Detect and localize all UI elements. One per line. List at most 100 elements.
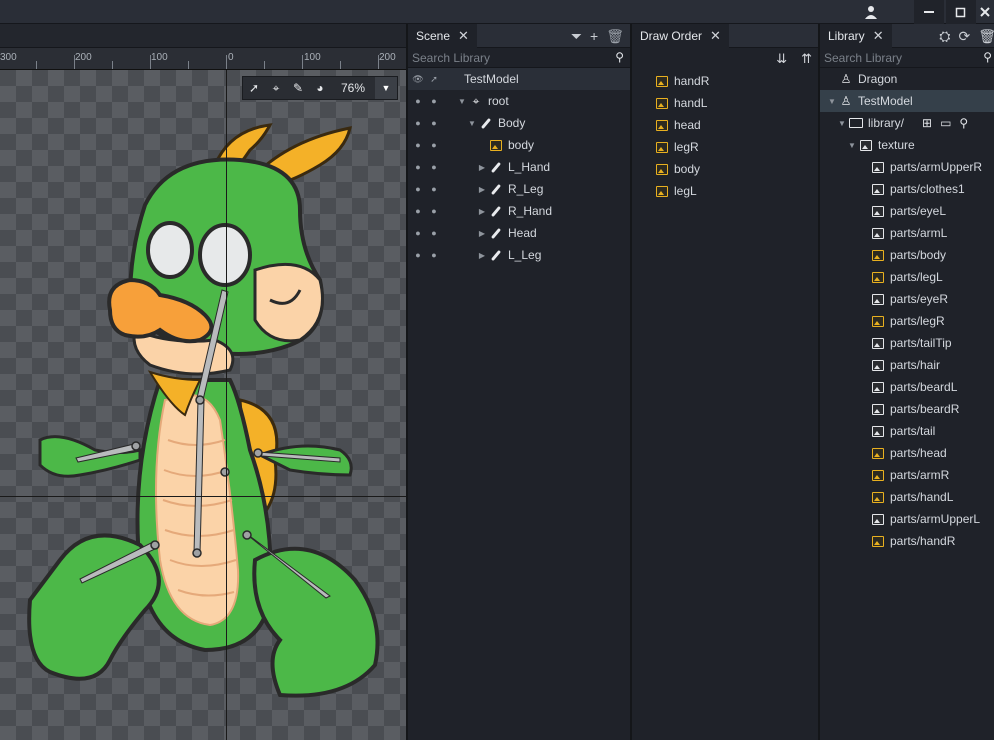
collapse-arrow-icon[interactable]: ▼ bbox=[456, 97, 468, 106]
visibility-dot-icon[interactable]: ● bbox=[412, 228, 424, 238]
visibility-dot-icon[interactable]: ● bbox=[412, 162, 424, 172]
search-icon[interactable]: ⚲ bbox=[983, 50, 992, 64]
scene-tree-row[interactable]: ● ● ▶ Head bbox=[408, 222, 630, 244]
add-image-icon[interactable]: ⊞ bbox=[922, 116, 932, 130]
visibility-dot-icon[interactable]: ● bbox=[412, 250, 424, 260]
draw-order-item[interactable]: handL bbox=[632, 92, 818, 114]
image-icon bbox=[654, 118, 670, 132]
library-item[interactable]: parts/legL bbox=[820, 266, 994, 288]
minimize-icon[interactable] bbox=[914, 0, 944, 24]
move-down-icon[interactable]: ⇊ bbox=[776, 51, 787, 67]
scene-tree-row[interactable]: ● ● ▼ ⌖ root bbox=[408, 90, 630, 112]
library-item[interactable]: ▼ library/ ⊞ ▭ ⚲ bbox=[820, 112, 994, 134]
collapse-arrow-icon[interactable]: ▼ bbox=[826, 97, 838, 106]
lock-dot-icon[interactable]: ● bbox=[428, 206, 440, 216]
scene-tree-row[interactable]: ● ● ▼ Body bbox=[408, 112, 630, 134]
trash-icon[interactable]: 🗑 bbox=[606, 28, 624, 45]
draw-order-item[interactable]: head bbox=[632, 114, 818, 136]
user-icon[interactable] bbox=[856, 0, 886, 24]
import-icon[interactable]: ⛭ bbox=[939, 28, 950, 45]
scene-tree-label: R_Hand bbox=[508, 204, 553, 218]
lock-dot-icon[interactable]: ● bbox=[428, 228, 440, 238]
library-item[interactable]: parts/tail bbox=[820, 420, 994, 442]
expand-arrow-icon[interactable]: ▶ bbox=[476, 185, 488, 194]
zoom-dropdown-icon[interactable]: ▼ bbox=[375, 77, 397, 99]
scene-search-input[interactable] bbox=[412, 50, 605, 65]
library-item[interactable]: parts/body bbox=[820, 244, 994, 266]
tab-scene[interactable]: Scene ✕ bbox=[408, 23, 477, 48]
library-item[interactable]: parts/clothes1 bbox=[820, 178, 994, 200]
expand-arrow-icon[interactable]: ▶ bbox=[476, 229, 488, 238]
lock-dot-icon[interactable]: ● bbox=[428, 162, 440, 172]
library-item[interactable]: parts/legR bbox=[820, 310, 994, 332]
expand-arrow-icon[interactable]: ▶ bbox=[476, 207, 488, 216]
visibility-dot-icon[interactable]: ● bbox=[412, 140, 424, 150]
close-icon[interactable] bbox=[976, 0, 994, 24]
visibility-dot-icon[interactable]: ● bbox=[412, 96, 424, 106]
library-item[interactable]: ▼ texture bbox=[820, 134, 994, 156]
viewport[interactable]: 300 200 100 0 100 200 ➚ ⌖ ✎ ◕ 76% ▼ bbox=[0, 24, 406, 740]
scene-tree-row[interactable]: ● ● ▶ R_Leg bbox=[408, 178, 630, 200]
tab-library[interactable]: Library ✕ bbox=[820, 23, 892, 48]
library-search-input[interactable] bbox=[824, 50, 974, 65]
scene-tree-row[interactable]: ● ● ▶ L_Hand bbox=[408, 156, 630, 178]
scene-row-model[interactable]: 👁 ➚ TestModel bbox=[408, 68, 630, 90]
weight-tool-icon[interactable]: ◕ bbox=[309, 77, 331, 99]
library-item[interactable]: parts/armR bbox=[820, 464, 994, 486]
refresh-icon[interactable]: ⟳ bbox=[958, 28, 970, 45]
select-tool-icon[interactable]: ➚ bbox=[243, 77, 265, 99]
open-folder-icon[interactable]: ▭ bbox=[940, 116, 951, 130]
library-item[interactable]: parts/eyeL bbox=[820, 200, 994, 222]
tab-draw-order[interactable]: Draw Order ✕ bbox=[632, 23, 729, 48]
pivot-tool-icon[interactable]: ⌖ bbox=[265, 77, 287, 99]
lock-dot-icon[interactable]: ● bbox=[428, 118, 440, 128]
add-icon[interactable]: + bbox=[590, 28, 598, 44]
scene-tree-row[interactable]: ● ● ▶ L_Leg bbox=[408, 244, 630, 266]
add-bone-tool-icon[interactable]: ✎ bbox=[287, 77, 309, 99]
location-icon[interactable]: ⚲ bbox=[959, 116, 968, 130]
visibility-icon[interactable]: 👁 bbox=[412, 74, 424, 85]
library-item-label: parts/head bbox=[890, 446, 947, 460]
collapse-arrow-icon[interactable]: ▼ bbox=[846, 141, 858, 150]
library-item[interactable]: ▼ ♙ TestModel bbox=[820, 90, 994, 112]
trash-icon[interactable]: 🗑 bbox=[978, 28, 994, 45]
library-item[interactable]: ♙ Dragon bbox=[820, 68, 994, 90]
visibility-dot-icon[interactable]: ● bbox=[412, 206, 424, 216]
library-item[interactable]: parts/armL bbox=[820, 222, 994, 244]
draw-order-item[interactable]: handR bbox=[632, 70, 818, 92]
scene-tree-row[interactable]: ● ● ▶ R_Hand bbox=[408, 200, 630, 222]
lock-dot-icon[interactable]: ● bbox=[428, 140, 440, 150]
expand-arrow-icon[interactable]: ▶ bbox=[476, 163, 488, 172]
search-icon[interactable]: ⚲ bbox=[615, 50, 624, 64]
lock-dot-icon[interactable]: ● bbox=[428, 250, 440, 260]
scene-tree: 👁 ➚ TestModel ● ● ▼ ⌖ root ● ● ▼ Body ● ● body ● ● ▶ L_… bbox=[408, 68, 630, 266]
library-item[interactable]: parts/eyeR bbox=[820, 288, 994, 310]
collapse-arrow-icon[interactable]: ▼ bbox=[836, 119, 848, 128]
draw-order-item[interactable]: legL bbox=[632, 180, 818, 202]
library-item[interactable]: parts/beardL bbox=[820, 376, 994, 398]
library-item[interactable]: parts/armUpperR bbox=[820, 156, 994, 178]
library-item[interactable]: parts/beardR bbox=[820, 398, 994, 420]
draw-order-item[interactable]: body bbox=[632, 158, 818, 180]
close-tab-icon[interactable]: ✕ bbox=[458, 28, 469, 44]
cursor-icon[interactable]: ➚ bbox=[428, 74, 440, 85]
library-item[interactable]: parts/hair bbox=[820, 354, 994, 376]
expand-arrow-icon[interactable]: ▶ bbox=[476, 251, 488, 260]
filter-icon[interactable]: ⏷ bbox=[571, 28, 582, 45]
library-item[interactable]: parts/handL bbox=[820, 486, 994, 508]
library-item[interactable]: parts/armUpperL bbox=[820, 508, 994, 530]
move-up-icon[interactable]: ⇈ bbox=[801, 51, 812, 67]
lock-dot-icon[interactable]: ● bbox=[428, 184, 440, 194]
library-item[interactable]: parts/handR bbox=[820, 530, 994, 552]
library-item[interactable]: parts/head bbox=[820, 442, 994, 464]
draw-order-item[interactable]: legR bbox=[632, 136, 818, 158]
maximize-icon[interactable] bbox=[946, 0, 976, 24]
visibility-dot-icon[interactable]: ● bbox=[412, 184, 424, 194]
close-tab-icon[interactable]: ✕ bbox=[873, 28, 884, 44]
visibility-dot-icon[interactable]: ● bbox=[412, 118, 424, 128]
scene-tree-row[interactable]: ● ● body bbox=[408, 134, 630, 156]
close-tab-icon[interactable]: ✕ bbox=[710, 28, 721, 44]
collapse-arrow-icon[interactable]: ▼ bbox=[466, 119, 478, 128]
library-item[interactable]: parts/tailTip bbox=[820, 332, 994, 354]
lock-dot-icon[interactable]: ● bbox=[428, 96, 440, 106]
